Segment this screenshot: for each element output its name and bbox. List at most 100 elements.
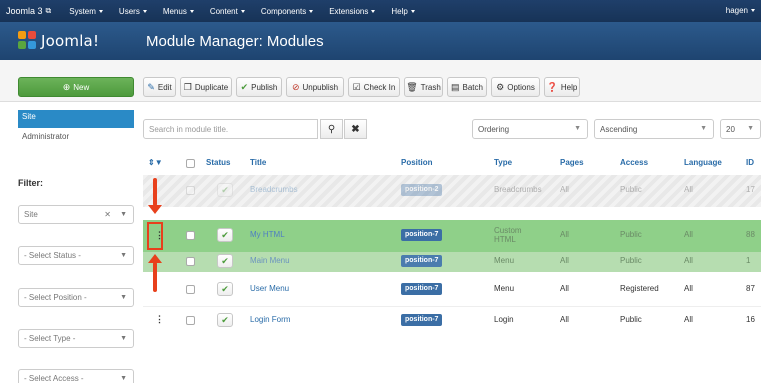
row-checkbox[interactable] [186, 186, 195, 195]
menu-help[interactable]: Help [383, 7, 422, 16]
status-column-header[interactable]: Status [206, 158, 230, 167]
search-button[interactable]: ⚲ [320, 119, 343, 139]
module-id: 17 [746, 185, 755, 194]
select-all-checkbox[interactable] [186, 159, 195, 168]
toolbar: ⊕ New ✎ Edit ❐ Duplicate ✔ Publish ⊘ Unp… [0, 60, 761, 102]
title-column-header[interactable]: Title [250, 158, 266, 167]
plus-circle-icon: ⊕ [62, 81, 71, 92]
caret-down-icon [142, 9, 147, 13]
row-checkbox[interactable] [186, 285, 195, 294]
access-filter-select[interactable]: - Select Access - ▼ [18, 369, 134, 383]
module-title-link[interactable]: My HTML [250, 230, 285, 239]
ordering-select[interactable]: Ordering ▼ [472, 119, 588, 139]
site-filter-select[interactable]: Site ✕ ▼ [18, 205, 134, 224]
chevron-down-icon: ▼ [747, 125, 754, 132]
duplicate-button[interactable]: ❐ Duplicate [180, 77, 232, 97]
page-header: Joomla! Module Manager: Modules [0, 22, 761, 60]
module-title-link[interactable]: Breadcrumbs [250, 185, 298, 194]
annotation-highlight-box [147, 222, 163, 250]
joomla-brand-menu[interactable]: Joomla 3 ⧉ [0, 6, 61, 16]
table-row-dragging[interactable]: ⋮ ✔ My HTML position-7 Custom HTML All P… [143, 220, 761, 252]
caret-down-icon [309, 9, 314, 13]
external-link-icon: ⧉ [45, 6, 52, 15]
menu-components[interactable]: Components [253, 7, 321, 16]
pages-column-header[interactable]: Pages [560, 158, 584, 167]
check-in-button[interactable]: ☑ Check In [348, 77, 400, 97]
module-id: 87 [746, 284, 755, 293]
table-row[interactable]: ✔ Breadcrumbs position-2 Breadcrumbs All… [143, 175, 761, 207]
type-column-header[interactable]: Type [494, 158, 512, 167]
module-type: Custom HTML [494, 226, 522, 244]
menu-system[interactable]: System [61, 7, 111, 16]
unpublish-button[interactable]: ⊘ Unpublish [286, 77, 344, 97]
table-row[interactable]: ✔ User Menu position-7 Menu All Register… [143, 274, 761, 306]
published-toggle[interactable]: ✔ [217, 183, 233, 197]
language-column-header[interactable]: Language [684, 158, 722, 167]
menu-menus[interactable]: Menus [155, 7, 202, 16]
table-row[interactable]: ⋮ ✔ Login Form position-7 Login All Publ… [143, 306, 761, 334]
user-menu[interactable]: hagen [726, 6, 755, 15]
ordering-value: Ordering [478, 125, 510, 134]
position-column-header[interactable]: Position [401, 158, 433, 167]
clear-icon[interactable]: ✕ [104, 210, 111, 219]
row-checkbox[interactable] [186, 257, 195, 266]
menu-content[interactable]: Content [202, 7, 253, 16]
access-column-header[interactable]: Access [620, 158, 648, 167]
published-toggle[interactable]: ✔ [217, 228, 233, 242]
clear-search-button[interactable]: ✖ [344, 119, 367, 139]
module-title-link[interactable]: User Menu [250, 284, 289, 293]
module-id: 88 [746, 230, 755, 239]
published-toggle[interactable]: ✔ [217, 254, 233, 268]
position-badge: position-7 [401, 283, 443, 295]
status-filter-select[interactable]: - Select Status - ▼ [18, 246, 134, 265]
position-filter-select[interactable]: - Select Position - ▼ [18, 288, 134, 307]
trash-button[interactable]: 🗑 Trash [404, 77, 443, 97]
module-title-link[interactable]: Main Menu [250, 256, 290, 265]
menu-menus-label: Menus [162, 6, 187, 16]
module-title-link[interactable]: Login Form [250, 315, 290, 324]
edit-button[interactable]: ✎ Edit [143, 77, 176, 97]
published-toggle[interactable]: ✔ [217, 282, 233, 296]
new-button[interactable]: ⊕ New [18, 77, 134, 97]
menu-extensions[interactable]: Extensions [321, 7, 383, 16]
chevron-down-icon: ▼ [120, 252, 127, 259]
sidebar-item-administrator[interactable]: Administrator [18, 128, 134, 144]
drag-handle-icon[interactable]: ⋮ [155, 314, 164, 325]
menu-users[interactable]: Users [111, 7, 155, 16]
table-row[interactable]: ✔ Main Menu position-7 Menu All Public A… [143, 252, 761, 272]
row-checkbox[interactable] [186, 231, 195, 240]
module-language: All [684, 284, 693, 293]
options-button[interactable]: ⚙ Options [491, 77, 540, 97]
module-type: Breadcrumbs [494, 185, 542, 194]
direction-select[interactable]: Ascending ▼ [594, 119, 714, 139]
type-filter-select[interactable]: - Select Type - ▼ [18, 329, 134, 348]
menu-users-label: Users [118, 6, 140, 16]
published-toggle[interactable]: ✔ [217, 313, 233, 327]
caret-down-icon [410, 9, 415, 13]
batch-button[interactable]: ▤ Batch [447, 77, 487, 97]
sidebar-item-site[interactable]: Site [18, 110, 134, 128]
row-checkbox[interactable] [186, 316, 195, 325]
module-access: Public [620, 315, 642, 324]
new-button-label: New [73, 82, 90, 92]
site-filter-value: Site [24, 210, 38, 219]
check-icon: ✔ [240, 81, 249, 92]
module-language: All [684, 315, 693, 324]
options-button-label: Options [507, 82, 535, 92]
user-name: hagen [725, 6, 748, 15]
module-pages: All [560, 185, 569, 194]
caret-down-icon [371, 9, 376, 13]
module-language: All [684, 185, 693, 194]
position-badge: position-7 [401, 229, 443, 241]
menu-components-label: Components [260, 6, 307, 16]
help-button[interactable]: ❓ Help [544, 77, 580, 97]
unpublish-button-label: Unpublish [302, 82, 339, 92]
limit-select[interactable]: 20 ▼ [720, 119, 761, 139]
id-column-header[interactable]: ID [746, 158, 754, 167]
joomla-logo[interactable]: Joomla! [18, 31, 134, 51]
page-title: Module Manager: Modules [146, 32, 324, 50]
search-input[interactable]: Search in module title. [143, 119, 318, 139]
publish-button[interactable]: ✔ Publish [236, 77, 282, 97]
ordering-column-header[interactable]: ⇕▼ [148, 158, 163, 167]
sidebar-item-label: Site [22, 112, 36, 121]
